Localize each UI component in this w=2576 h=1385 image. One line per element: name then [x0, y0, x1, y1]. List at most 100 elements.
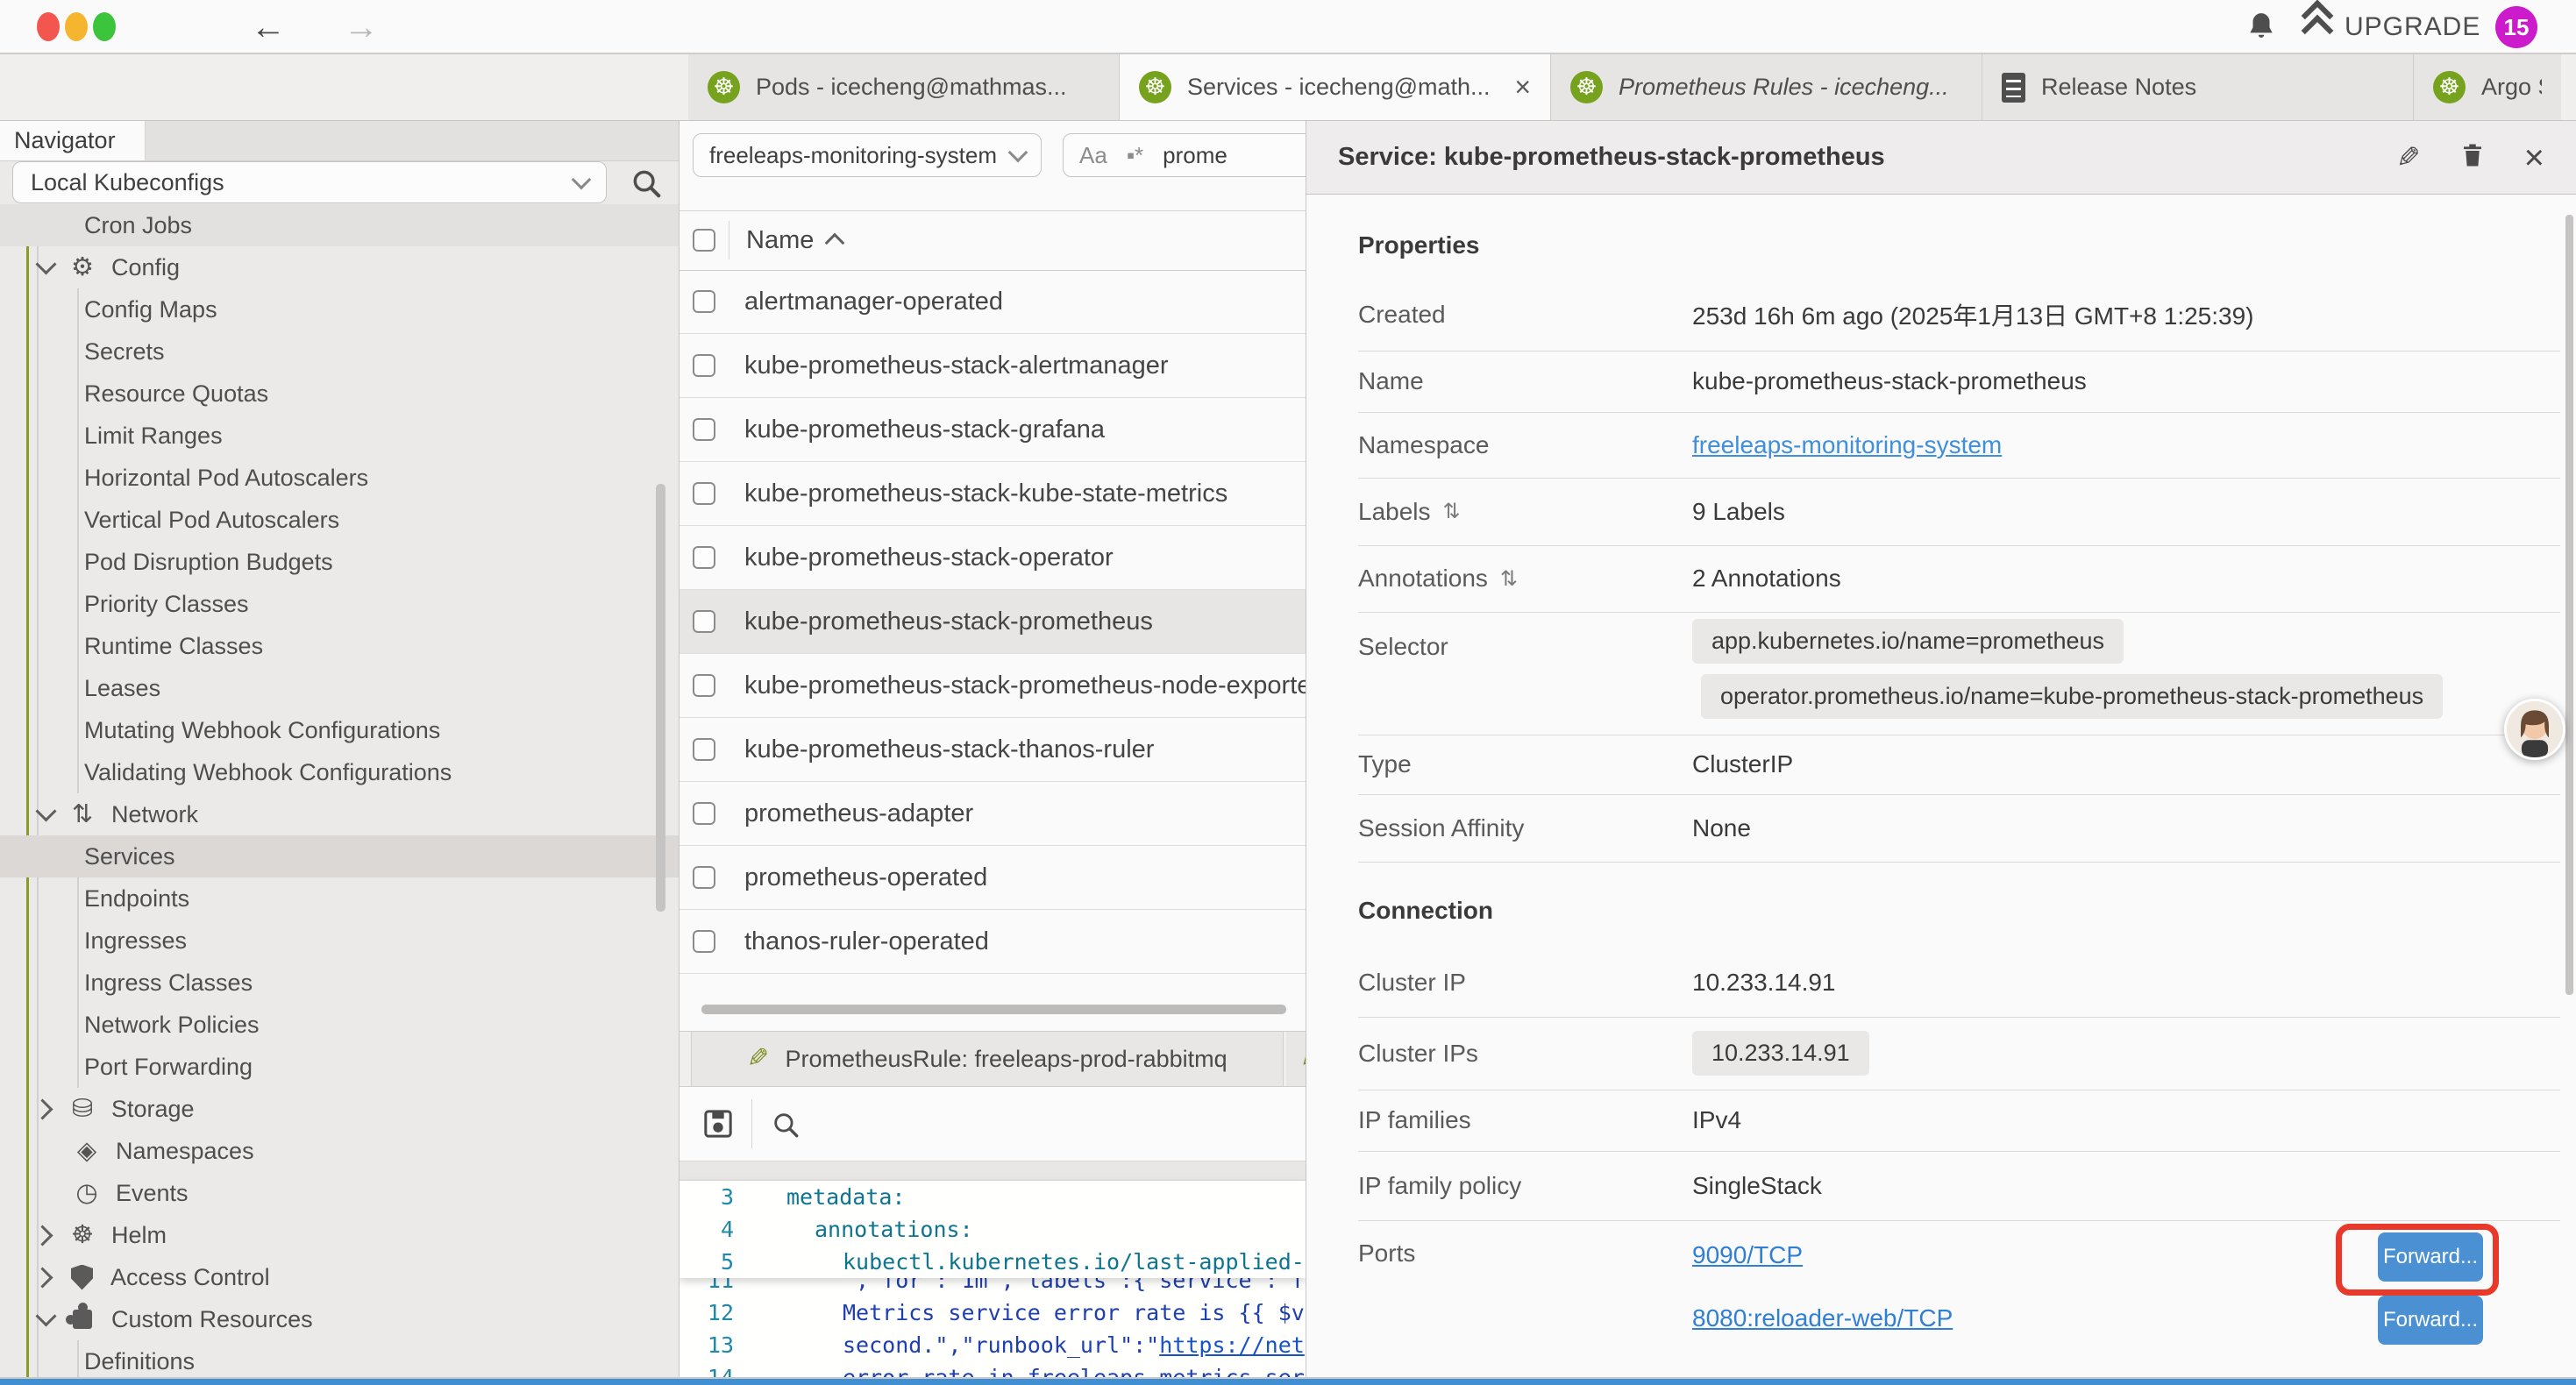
row-checkbox[interactable] [693, 738, 715, 761]
zoom-window-button[interactable] [93, 12, 116, 41]
expand-collapse-icon[interactable]: ⇅ [1443, 499, 1461, 524]
namespace-selector[interactable]: freeleaps-monitoring-system [693, 133, 1042, 177]
minimize-window-button[interactable] [65, 12, 88, 41]
sidebar-item-label: Config [111, 254, 180, 281]
sidebar-item[interactable]: Config Maps [0, 288, 679, 330]
expand-collapse-icon[interactable]: ⇅ [1500, 566, 1518, 592]
table-row[interactable]: kube-prometheus-stack-grafana [680, 398, 1306, 462]
table-row[interactable]: kube-prometheus-stack-kube-state-metrics [680, 462, 1306, 526]
kubeconfig-selector[interactable]: Local Kubeconfigs [12, 161, 607, 203]
sidebar-item[interactable]: Cron Jobs [0, 204, 679, 246]
row-checkbox[interactable] [693, 418, 715, 441]
row-checkbox[interactable] [693, 354, 715, 377]
sidebar-item[interactable]: Endpoints [0, 877, 679, 920]
notification-count-badge[interactable]: 15 [2495, 6, 2537, 48]
sidebar-item[interactable]: Access Control [0, 1256, 679, 1298]
sidebar-item[interactable]: Priority Classes [0, 583, 679, 625]
table-horizontal-scrollbar[interactable] [701, 1005, 1286, 1014]
port-link-8080[interactable]: 8080:reloader-web/TCP [1692, 1304, 1953, 1332]
app-tab[interactable]: Release Notes [1982, 54, 2414, 120]
sidebar-search-icon[interactable] [630, 167, 663, 204]
back-icon[interactable]: ← [251, 4, 286, 51]
sidebar-item[interactable]: ⚙ Config [0, 246, 679, 288]
sidebar-item[interactable]: Services [0, 835, 679, 877]
regex-toggle[interactable]: ▪* [1127, 142, 1143, 169]
sidebar-item[interactable]: Resource Quotas [0, 373, 679, 415]
save-icon[interactable] [701, 1106, 736, 1146]
row-checkbox[interactable] [693, 610, 715, 633]
code-link[interactable]: https://net [1159, 1332, 1305, 1358]
tab-navigator[interactable]: Navigator [0, 121, 146, 160]
row-checkbox[interactable] [693, 674, 715, 697]
match-case-toggle[interactable]: Aa [1079, 142, 1107, 169]
sidebar-scrollbar[interactable] [656, 484, 665, 912]
sidebar-item[interactable]: Ingresses [0, 920, 679, 962]
table-row[interactable]: prometheus-adapter [680, 782, 1306, 846]
table-row[interactable]: thanos-ruler-operated [680, 910, 1306, 974]
app-tab[interactable]: ☸ Prometheus Rules - icecheng... [1551, 54, 1982, 120]
tree-chevron-icon[interactable] [32, 1267, 53, 1288]
tree-chevron-icon[interactable] [35, 253, 56, 274]
table-row[interactable]: kube-prometheus-stack-prometheus [680, 590, 1306, 654]
column-header-name[interactable]: Name [746, 210, 842, 270]
table-row[interactable]: alertmanager-operated [680, 270, 1306, 334]
sidebar-item[interactable]: ☸ Helm [0, 1214, 679, 1256]
row-checkbox[interactable] [693, 546, 715, 569]
sidebar-item[interactable]: Ingress Classes [0, 962, 679, 1004]
tree-chevron-icon[interactable] [32, 1225, 53, 1246]
assistant-avatar[interactable] [2504, 699, 2565, 760]
row-checkbox[interactable] [693, 290, 715, 313]
sidebar-item[interactable]: ◈ Namespaces [0, 1130, 679, 1172]
sidebar-item[interactable]: ⇅ Network [0, 793, 679, 835]
sidebar-item[interactable]: Network Policies [0, 1004, 679, 1046]
row-checkbox[interactable] [693, 802, 715, 825]
sidebar-item[interactable]: Mutating Webhook Configurations [0, 709, 679, 751]
sidebar-item[interactable]: ⛁ Storage [0, 1088, 679, 1130]
table-row[interactable]: kube-prometheus-stack-prometheus-node-ex… [680, 654, 1306, 718]
edit-pencil-icon[interactable]: ✎ [2396, 143, 2421, 172]
port-link-9090[interactable]: 9090/TCP [1692, 1241, 1803, 1269]
sidebar-item[interactable]: Port Forwarding [0, 1046, 679, 1088]
table-row[interactable]: kube-prometheus-stack-operator [680, 526, 1306, 590]
panel-scrollbar[interactable] [2565, 215, 2573, 995]
search-input[interactable]: prome [1163, 142, 1228, 169]
row-checkbox[interactable] [693, 482, 715, 505]
notifications-bell-icon[interactable] [2245, 10, 2278, 49]
app-tab[interactable]: ☸ Services - icecheng@math... × [1120, 54, 1551, 120]
sidebar-item[interactable]: Vertical Pod Autoscalers [0, 499, 679, 541]
sidebar-item[interactable]: Secrets [0, 330, 679, 373]
row-checkbox[interactable] [693, 930, 715, 953]
close-panel-icon[interactable]: × [2524, 140, 2544, 175]
filter-search-box[interactable]: Aa ▪* prome [1063, 133, 1306, 177]
editor-tab-partial[interactable]: ✎ [1286, 1032, 1306, 1086]
sidebar-item[interactable]: Validating Webhook Configurations [0, 751, 679, 793]
sidebar-item[interactable]: Runtime Classes [0, 625, 679, 667]
editor-search-icon[interactable] [771, 1110, 801, 1144]
table-row[interactable]: kube-prometheus-stack-thanos-ruler [680, 718, 1306, 782]
select-all-checkbox[interactable] [693, 229, 715, 252]
sidebar-item[interactable]: Custom Resources [0, 1298, 679, 1340]
yaml-editor[interactable]: 11 ","for":"1m","labels":{"service":"f 1… [680, 1181, 1306, 1385]
delete-trash-icon[interactable] [2459, 139, 2486, 175]
namespace-link[interactable]: freeleaps-monitoring-system [1692, 431, 2002, 459]
table-row[interactable]: prometheus-operated [680, 846, 1306, 910]
row-checkbox[interactable] [693, 866, 715, 889]
sidebar-item[interactable]: Definitions [0, 1340, 679, 1382]
sidebar-item[interactable]: Limit Ranges [0, 415, 679, 457]
tree-chevron-icon[interactable] [32, 1098, 53, 1119]
sidebar-item[interactable]: Pod Disruption Budgets [0, 541, 679, 583]
app-tab[interactable]: ☸ Pods - icecheng@mathmas... [688, 54, 1120, 120]
sidebar-item[interactable]: ◷ Events [0, 1172, 679, 1214]
app-tab[interactable]: ☸ Argo Se [2414, 54, 2561, 120]
sidebar-item[interactable]: Horizontal Pod Autoscalers [0, 457, 679, 499]
tree-chevron-icon[interactable] [35, 800, 56, 821]
sidebar-item[interactable]: Leases [0, 667, 679, 709]
tree-chevron-icon[interactable] [35, 1305, 56, 1326]
forward-icon[interactable]: → [344, 4, 379, 51]
upgrade-button[interactable]: UPGRADE [2306, 0, 2480, 54]
editor-tab-prometheusrule[interactable]: ✎ PrometheusRule: freeleaps-prod-rabbitm… [691, 1032, 1284, 1086]
close-tab-icon[interactable]: × [1514, 71, 1531, 103]
table-row[interactable]: kube-prometheus-stack-alertmanager [680, 334, 1306, 398]
forward-port-button[interactable]: Forward... [2378, 1296, 2483, 1345]
close-window-button[interactable] [37, 12, 60, 41]
